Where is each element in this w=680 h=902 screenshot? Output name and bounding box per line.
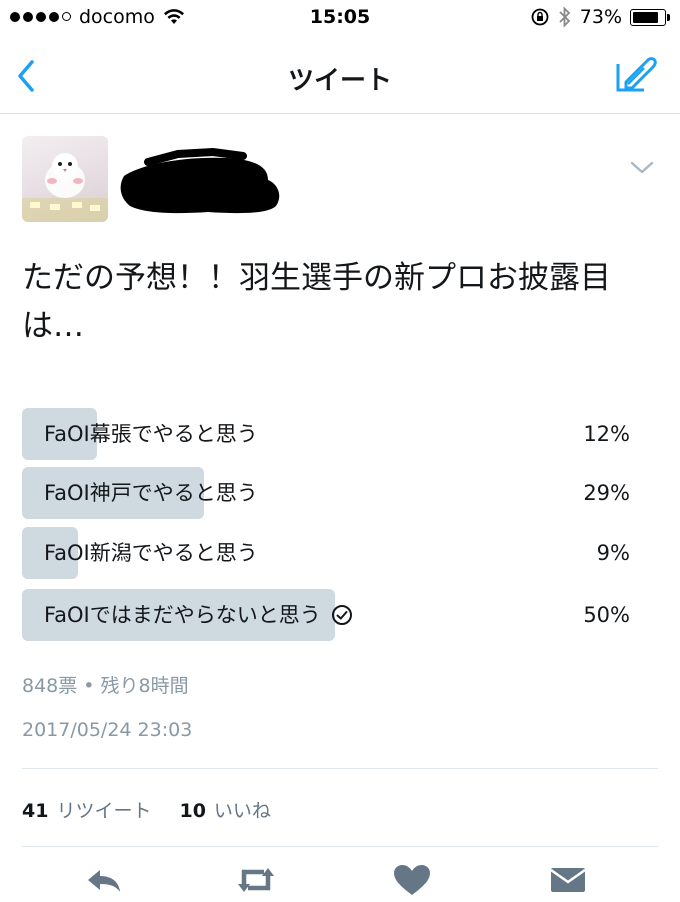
poll-option-label: FaOI神戸でやると思う <box>44 481 258 505</box>
navigation-bar: ツイート <box>0 46 680 112</box>
nav-divider <box>0 113 680 114</box>
retweet-count[interactable]: 41 <box>22 800 48 822</box>
poll-option: FaOIではまだやらないと思う 50% <box>22 589 630 641</box>
poll-option: FaOI新潟でやると思う 9% <box>22 527 630 579</box>
status-right: 73% <box>530 6 670 28</box>
like-label[interactable]: いいね <box>214 796 271 823</box>
bluetooth-icon <box>559 6 571 28</box>
poll-option-label: FaOI新潟でやると思う <box>44 541 258 565</box>
reply-icon[interactable] <box>82 862 126 898</box>
divider <box>22 768 658 769</box>
like-icon[interactable] <box>390 862 434 898</box>
poll-option: FaOI幕張でやると思う 12% <box>22 408 630 460</box>
poll-option-percent: 29% <box>583 481 630 505</box>
chevron-down-icon[interactable] <box>628 160 656 176</box>
check-circle-icon <box>331 605 352 625</box>
action-bar <box>0 862 680 902</box>
battery-percent: 73% <box>579 6 622 28</box>
poll-option-percent: 12% <box>583 422 630 446</box>
page-title: ツイート <box>287 66 392 96</box>
redacted-username <box>120 148 280 214</box>
poll-option-label: FaOIではまだやらないと思う <box>44 603 321 627</box>
divider <box>22 846 658 847</box>
poll-option-percent: 50% <box>583 603 630 627</box>
rotation-lock-icon <box>531 8 549 26</box>
tweet-stats: 41 リツイート 10 いいね <box>22 796 271 823</box>
battery-icon <box>630 8 670 26</box>
avatar[interactable] <box>22 136 108 222</box>
retweet-label[interactable]: リツイート <box>56 796 151 823</box>
retweet-icon[interactable] <box>234 862 278 898</box>
poll-option-percent: 9% <box>596 541 630 565</box>
compose-icon[interactable] <box>614 54 658 98</box>
poll-option: FaOI神戸でやると思う 29% <box>22 467 630 519</box>
status-bar: docomo 15:05 73% <box>0 0 680 36</box>
dm-icon[interactable] <box>546 862 590 898</box>
avatar-image <box>22 153 108 222</box>
poll-option-label: FaOI幕張でやると思う <box>44 422 258 446</box>
poll-summary: 848票 • 残り8時間 <box>22 675 189 697</box>
tweet-text: ただの予想！！羽生選手の新プロお披露目は… <box>22 260 611 344</box>
tweet-timestamp: 2017/05/24 23:03 <box>22 719 193 741</box>
like-count[interactable]: 10 <box>179 800 205 822</box>
